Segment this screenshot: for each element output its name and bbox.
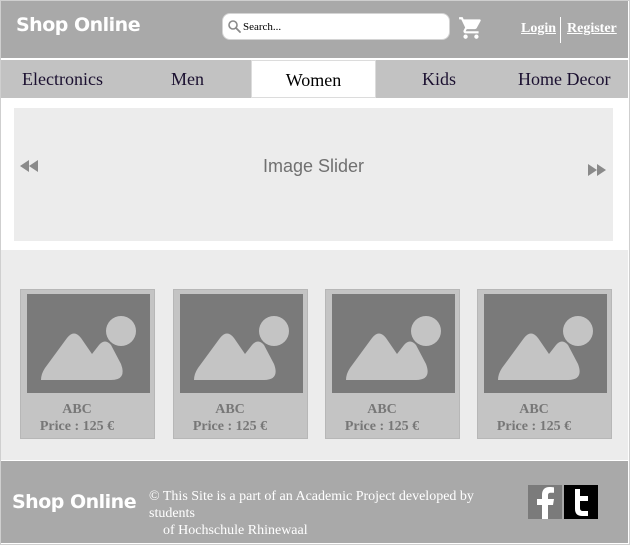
nav-item-home-decor[interactable]: Home Decor: [518, 60, 610, 98]
product-image: [484, 294, 607, 393]
site-logo[interactable]: Shop Online: [16, 14, 141, 36]
nav-item-kids[interactable]: Kids: [422, 60, 456, 98]
product-name: ABC: [367, 402, 397, 417]
search-box[interactable]: [222, 13, 450, 40]
copyright-line-1: © This Site is a part of an Academic Pro…: [149, 489, 474, 521]
cart-icon[interactable]: [458, 15, 484, 41]
product-name: ABC: [62, 402, 92, 417]
image-placeholder-icon: [194, 316, 289, 380]
copyright-line-2: of Hochschule Rhinewaal: [163, 523, 308, 538]
footer: Shop Online © This Site is a part of an …: [1, 461, 628, 543]
register-link[interactable]: Register: [567, 21, 617, 37]
product-name: ABC: [215, 402, 245, 417]
search-icon[interactable]: [228, 20, 241, 33]
product-price: Price : 125 €: [496, 419, 572, 434]
image-placeholder-icon: [498, 316, 593, 380]
facebook-icon[interactable]: [528, 485, 562, 519]
product-card[interactable]: ABC Price : 125 €: [20, 289, 155, 439]
image-placeholder-icon: [346, 316, 441, 380]
footer-logo[interactable]: Shop Online: [12, 491, 137, 513]
twitter-icon[interactable]: [564, 485, 598, 519]
category-nav: Electronics Men Women Kids Home Decor: [1, 60, 628, 98]
login-link[interactable]: Login: [521, 21, 556, 37]
search-input[interactable]: [243, 18, 443, 36]
product-image: [332, 294, 455, 393]
copyright-text: © This Site is a part of an Academic Pro…: [149, 488, 519, 539]
product-card[interactable]: ABC Price : 125 €: [477, 289, 612, 439]
product-card[interactable]: ABC Price : 125 €: [325, 289, 460, 439]
fast-forward-icon[interactable]: [588, 164, 607, 176]
product-name: ABC: [519, 402, 549, 417]
auth-divider: [560, 17, 561, 43]
product-card[interactable]: ABC Price : 125 €: [173, 289, 308, 439]
product-price: Price : 125 €: [39, 419, 115, 434]
nav-item-men[interactable]: Men: [171, 60, 204, 98]
image-slider[interactable]: Image Slider: [14, 108, 613, 241]
image-placeholder-icon: [41, 316, 136, 380]
product-image: [27, 294, 150, 393]
product-image: [180, 294, 303, 393]
nav-item-electronics[interactable]: Electronics: [22, 60, 103, 98]
product-price: Price : 125 €: [344, 419, 420, 434]
nav-item-women[interactable]: Women: [251, 60, 376, 98]
product-price: Price : 125 €: [192, 419, 268, 434]
slider-label: Image Slider: [262, 156, 365, 176]
